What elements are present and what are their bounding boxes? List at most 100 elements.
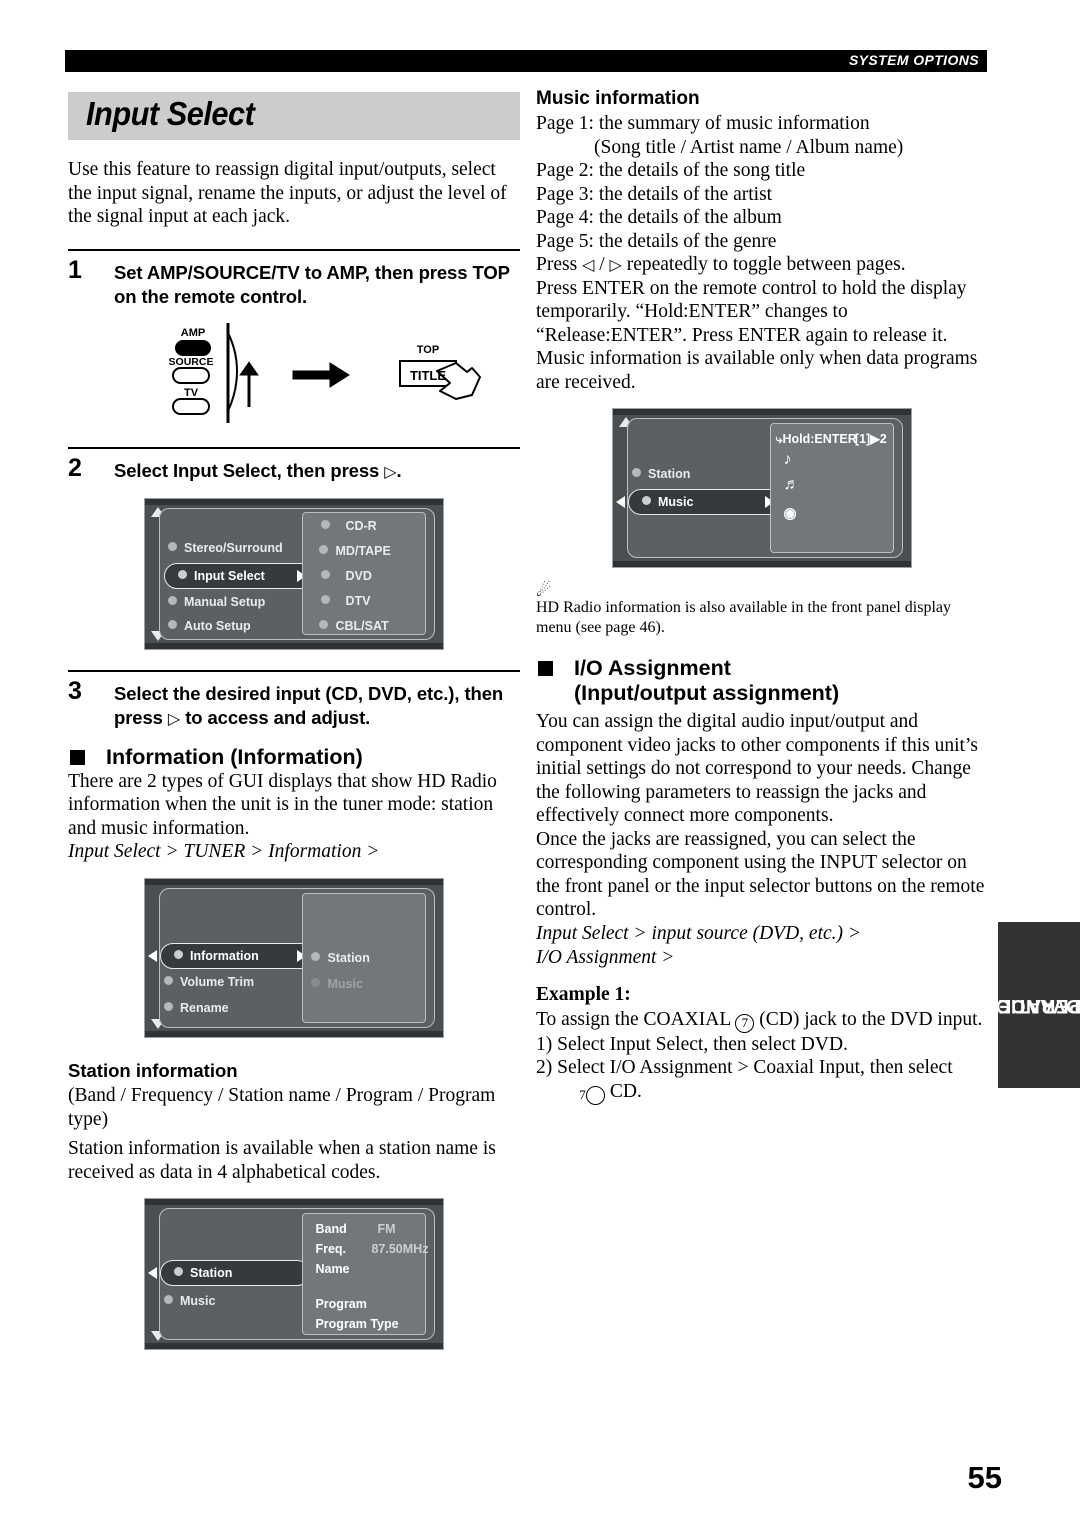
page-number: 55 xyxy=(967,1460,1002,1495)
field-label-program: Program xyxy=(315,1296,367,1311)
bullet-icon xyxy=(164,1295,173,1304)
menu-item-auto-setup[interactable]: Auto Setup xyxy=(168,619,251,633)
gui-screen-station: Station Music Band FM Freq. 87.50MHz Nam… xyxy=(144,1198,444,1350)
page-title: Input Select xyxy=(86,95,255,132)
menu-item-label: CD-R xyxy=(345,519,377,534)
menu-item-input-select-selected[interactable]: Input Select xyxy=(164,562,316,589)
bullet-icon xyxy=(321,570,331,580)
remote-control-diagram: AMP SOURCE TV TOP TITLE xyxy=(68,319,520,427)
bullet-icon xyxy=(174,1267,183,1276)
field-value-freq: 87.50MHz xyxy=(371,1241,429,1256)
menu-item-station[interactable]: Station xyxy=(311,951,370,965)
music-page-4: Page 4: the details of the album xyxy=(536,207,782,228)
bullet-icon xyxy=(168,541,177,551)
menu-item-music-selected[interactable]: Music xyxy=(628,489,784,515)
manual-page: SYSTEM OPTIONS Input Select Use this fea… xyxy=(0,0,1080,1526)
information-path: Input Select > TUNER > Information > xyxy=(68,841,380,862)
bullet-icon xyxy=(321,595,331,605)
menu-item-label-wrap: Input Select xyxy=(178,569,265,583)
menu-item-md-tape[interactable]: MD/TAPE xyxy=(319,544,391,559)
io-head-line-2: (Input/output assignment) xyxy=(574,681,840,705)
menu-item-label: Music xyxy=(180,1294,216,1308)
screen-top-edge xyxy=(145,879,443,885)
field-value-band: FM xyxy=(377,1221,396,1236)
menu-item-label-wrap: Music xyxy=(642,495,693,509)
io-path-1: Input Select > input source (DVD, etc.) … xyxy=(536,922,862,944)
step-1-text: Set AMP/SOURCE/TV to AMP, then press TOP… xyxy=(114,261,510,307)
screen-top-edge xyxy=(613,409,911,415)
menu-left-pane: Station Music xyxy=(148,1209,310,1339)
music-page-3: Page 3: the details of the artist xyxy=(536,183,773,205)
section-title-box: Input Select xyxy=(68,92,520,140)
information-body: There are 2 types of GUI displays that s… xyxy=(68,770,497,839)
toggle-note-before: Press xyxy=(536,254,578,275)
step-2-text: Select Input Select, then press xyxy=(114,459,380,481)
menu-item-rename[interactable]: Rename xyxy=(164,1001,229,1015)
screen-bottom-edge xyxy=(613,561,911,567)
step-3-number: 3 xyxy=(68,676,82,705)
tv-button-icon xyxy=(172,397,210,415)
menu-item-information-selected[interactable]: Information xyxy=(160,943,316,969)
screen-inner: Stereo/Surround Input Select Manual Setu… xyxy=(159,507,435,640)
left-arrow-glyph-icon: ◁ xyxy=(582,255,595,274)
page-indicator: [1]▶2 xyxy=(854,432,887,447)
menu-item-stereo-surround[interactable]: Stereo/Surround xyxy=(168,541,283,555)
menu-item-dvd[interactable]: DVD xyxy=(321,569,372,583)
tip-text: HD Radio information is also available i… xyxy=(536,599,952,636)
menu-item-volume-trim[interactable]: Volume Trim xyxy=(164,975,254,989)
source-label: SOURCE xyxy=(169,356,214,368)
bullet-icon xyxy=(168,595,177,605)
hold-enter-label: Hold:ENTER xyxy=(782,432,857,447)
heading-station-information: Station information xyxy=(68,1060,238,1081)
example-step-1: 1) Select Input Select, then select DVD. xyxy=(536,1033,848,1055)
menu-item-label: Input Select xyxy=(194,568,265,583)
field-label-name: Name xyxy=(315,1261,350,1276)
menu-item-label: MD/TAPE xyxy=(335,544,391,559)
chevron-left-icon xyxy=(148,950,157,962)
menu-item-label-wrap: Station xyxy=(174,1266,232,1280)
example-step-2: 2) Select I/O Assignment > Coaxial Input… xyxy=(536,1056,988,1105)
bullet-icon xyxy=(319,620,329,630)
bullet-icon xyxy=(164,1002,173,1011)
menu-item-station[interactable]: Station xyxy=(632,467,690,481)
example-line-1-b: (CD) jack to the DVD input. xyxy=(759,1008,983,1030)
heading-music-information: Music information xyxy=(536,88,700,109)
right-arrow-glyph-icon: ▷ xyxy=(384,461,397,481)
menu-item-manual-setup[interactable]: Manual Setup xyxy=(168,595,265,609)
top-label: TOP xyxy=(417,344,439,356)
menu-item-label: Station xyxy=(648,467,691,481)
intro-paragraph: Use this feature to reassign digital inp… xyxy=(68,159,507,227)
artist-note-icon: ♬ xyxy=(783,476,800,494)
source-button-icon xyxy=(172,366,210,384)
bullet-icon xyxy=(178,569,187,579)
bullet-icon xyxy=(632,468,641,477)
heading-io-assignment: I/O Assignment (Input/output assignment) xyxy=(536,656,988,706)
bullet-icon xyxy=(321,520,331,530)
amp-button-icon xyxy=(175,339,211,356)
step-2: 2 Select Input Select, then press ▷. xyxy=(68,455,520,484)
bullet-icon xyxy=(311,952,321,962)
toggle-note-after: repeatedly to toggle between pages. xyxy=(626,254,906,275)
menu-item-station-selected[interactable]: Station xyxy=(160,1260,310,1286)
example-step-2-b: CD. xyxy=(609,1080,642,1102)
screen-bottom-edge xyxy=(145,1031,443,1037)
bullet-icon xyxy=(311,978,321,988)
tip-block: ☄ HD Radio information is also available… xyxy=(536,581,988,638)
menu-item-cbl-sat[interactable]: CBL/SAT xyxy=(319,619,389,633)
menu-item-dtv[interactable]: DTV xyxy=(321,594,370,608)
menu-item-label: Music xyxy=(658,495,694,509)
title-label: TITLE xyxy=(410,368,446,383)
music-note-icon: ♪ xyxy=(783,451,792,469)
side-tab-line-2: OPERATION xyxy=(980,995,1080,1016)
right-arrow-glyph-icon: ▷ xyxy=(167,708,181,728)
menu-item-cd-r[interactable]: CD-R xyxy=(321,519,377,534)
heading-example-1: Example 1: xyxy=(536,983,631,1005)
menu-item-music[interactable]: Music xyxy=(164,1294,215,1308)
tip-bulb-icon: ☄ xyxy=(536,581,552,601)
screen-top-edge xyxy=(145,1199,443,1205)
running-head-text: SYSTEM OPTIONS xyxy=(848,52,979,68)
bullet-icon xyxy=(174,950,183,959)
menu-item-label: Stereo/Surround xyxy=(184,540,283,555)
menu-item-label: Rename xyxy=(180,1001,229,1015)
screen-bottom-edge xyxy=(145,642,443,649)
